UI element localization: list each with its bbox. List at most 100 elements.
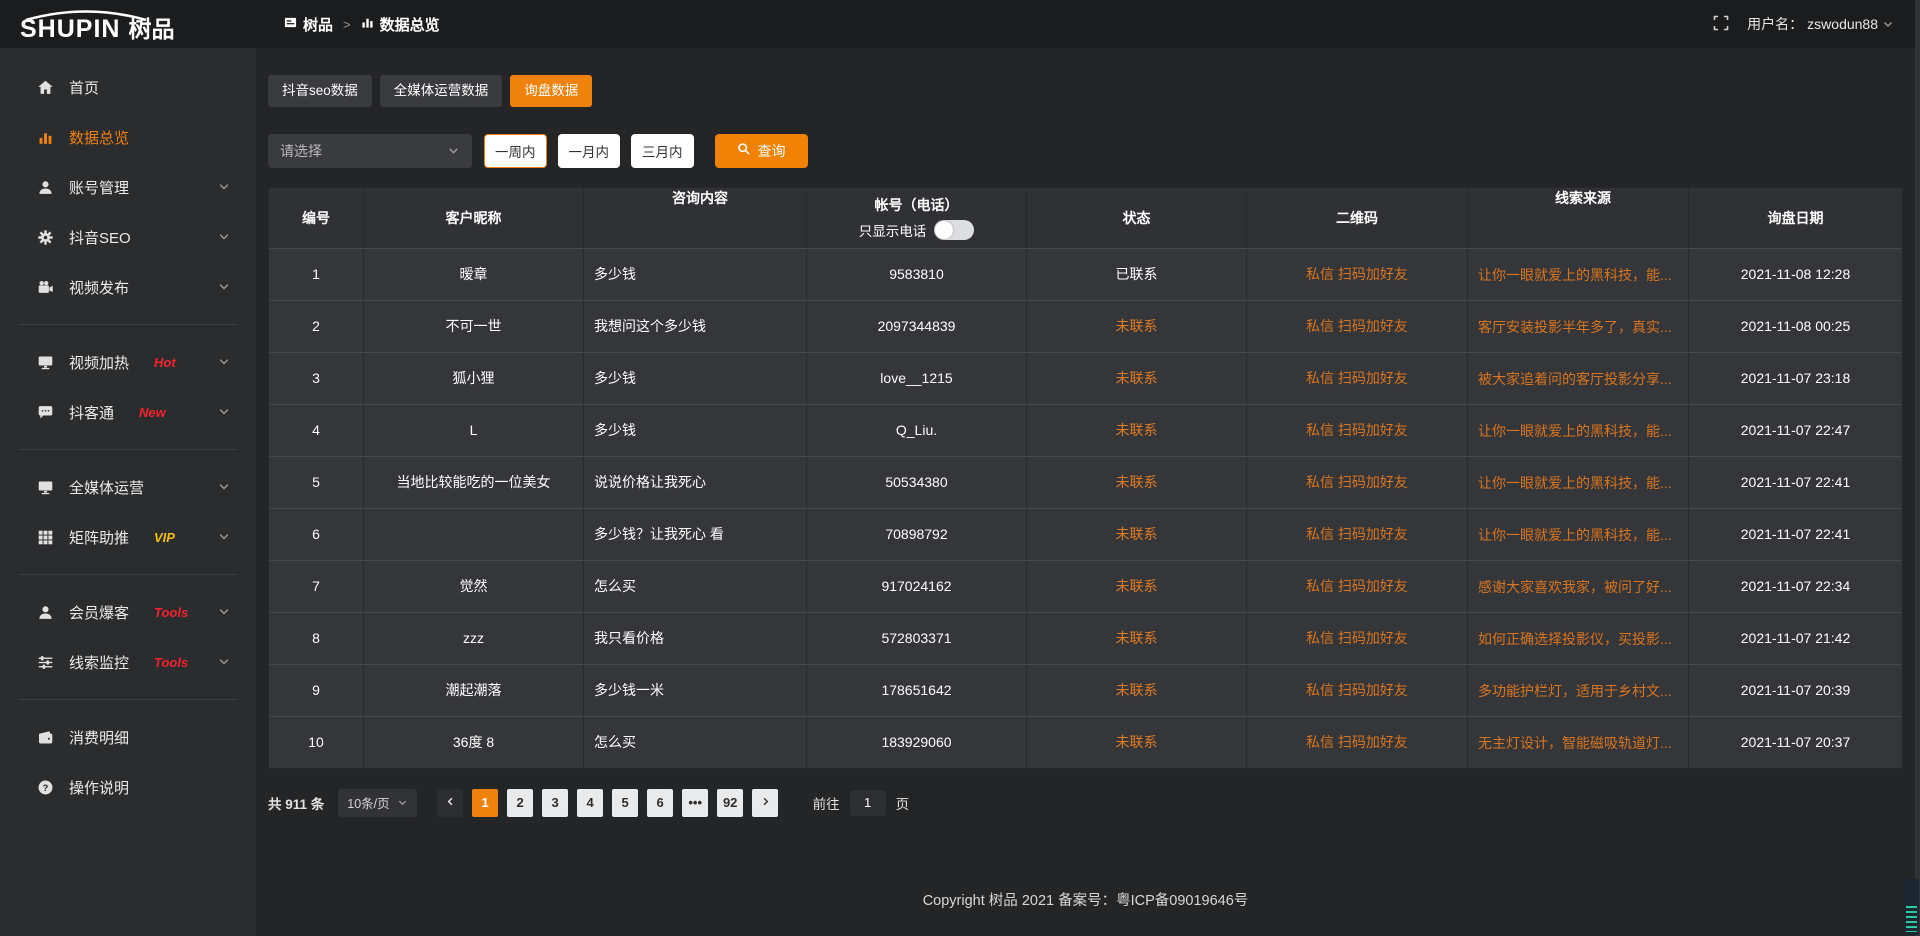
cell-no: 10 xyxy=(269,717,364,768)
cell-account: Q_Liu. xyxy=(807,405,1027,456)
tab-1[interactable]: 全媒体运营数据 xyxy=(380,75,503,107)
chevron-right-icon xyxy=(760,795,771,810)
cell-no: 2 xyxy=(269,301,364,352)
table-row: 3狐小狸多少钱love__1215未联系私信 扫码加好友被大家追着问的客厅投影分… xyxy=(269,352,1902,404)
filter-select[interactable]: 请选择 xyxy=(268,134,472,168)
sidebar-item-member-baoke[interactable]: 会员爆客Tools xyxy=(0,587,256,637)
grid-icon xyxy=(36,529,54,546)
search-button[interactable]: 查询 xyxy=(715,134,808,168)
date-range-button-2[interactable]: 三月内 xyxy=(631,134,694,168)
next-page-button[interactable] xyxy=(752,789,778,817)
col-header-content: 咨询内容 xyxy=(584,188,807,248)
cell-source-link[interactable]: 让你一眼就爱上的黑科技，能... xyxy=(1468,405,1689,456)
sidebar-item-label: 账号管理 xyxy=(69,177,129,198)
cell-source-link[interactable]: 让你一眼就爱上的黑科技，能... xyxy=(1468,249,1689,300)
chevron-down-icon xyxy=(218,281,230,293)
user-menu[interactable]: 用户名：zswodun88 xyxy=(1747,14,1894,34)
cell-status: 未联系 xyxy=(1027,717,1247,768)
sidebar-item-consume-detail[interactable]: 消费明细 xyxy=(0,712,256,762)
sidebar-item-douketong[interactable]: 抖客通New xyxy=(0,387,256,437)
date-range-button-1[interactable]: 一月内 xyxy=(558,134,621,168)
goto-page-input[interactable] xyxy=(850,790,886,816)
page-button-5[interactable]: 5 xyxy=(612,789,638,817)
svg-text:?: ? xyxy=(42,782,48,792)
sidebar-item-douyin-seo[interactable]: 抖音SEO xyxy=(0,212,256,262)
tab-0[interactable]: 抖音seo数据 xyxy=(268,75,372,107)
sidebar-item-media-operation[interactable]: 全媒体运营 xyxy=(0,462,256,512)
cell-source-link[interactable]: 让你一眼就爱上的黑科技，能... xyxy=(1468,509,1689,560)
breadcrumb-item-root[interactable]: 树品 xyxy=(284,14,333,35)
breadcrumb-label: 数据总览 xyxy=(380,14,440,35)
sidebar-item-clue-monitor[interactable]: 线索监控Tools xyxy=(0,637,256,687)
sidebar-item-operation-guide[interactable]: ?操作说明 xyxy=(0,762,256,812)
prev-page-button[interactable] xyxy=(437,789,463,817)
sidebar-item-account-manage[interactable]: 账号管理 xyxy=(0,162,256,212)
cell-source-link[interactable]: 无主灯设计，智能磁吸轨道灯... xyxy=(1468,717,1689,768)
page-button-3[interactable]: 3 xyxy=(542,789,568,817)
page-button-92[interactable]: 92 xyxy=(717,789,743,817)
sidebar-item-video-heat[interactable]: 视频加热Hot xyxy=(0,337,256,387)
fullscreen-icon[interactable] xyxy=(1713,15,1729,34)
cell-qrcode-link[interactable]: 私信 扫码加好友 xyxy=(1247,457,1468,508)
table-row: 5当地比较能吃的一位美女说说价格让我死心50534380未联系私信 扫码加好友让… xyxy=(269,456,1902,508)
sliders-icon xyxy=(36,654,54,671)
page-button-4[interactable]: 4 xyxy=(577,789,603,817)
cell-qrcode-link[interactable]: 私信 扫码加好友 xyxy=(1247,353,1468,404)
cell-qrcode-link[interactable]: 私信 扫码加好友 xyxy=(1247,665,1468,716)
sidebar-item-label: 视频发布 xyxy=(69,277,129,298)
cell-nickname: 当地比较能吃的一位美女 xyxy=(364,457,584,508)
cell-qrcode-link[interactable]: 私信 扫码加好友 xyxy=(1247,249,1468,300)
cell-nickname: 狐小狸 xyxy=(364,353,584,404)
cell-content: 多少钱？让我死心 看 xyxy=(584,509,807,560)
phone-only-toggle[interactable] xyxy=(934,220,974,240)
sidebar-divider xyxy=(18,324,238,325)
sidebar-item-data-overview[interactable]: 数据总览 xyxy=(0,112,256,162)
table-header-row: 编号 客户昵称 咨询内容 帐号（电话） 只显示电话 状态 二维码 线索来源 询盘… xyxy=(269,188,1902,248)
sidebar-item-video-publish[interactable]: 视频发布 xyxy=(0,262,256,312)
account-header-label: 帐号（电话） xyxy=(875,195,959,215)
cell-account: love__1215 xyxy=(807,353,1027,404)
cell-qrcode-link[interactable]: 私信 扫码加好友 xyxy=(1247,613,1468,664)
cell-qrcode-link[interactable]: 私信 扫码加好友 xyxy=(1247,561,1468,612)
tab-2[interactable]: 询盘数据 xyxy=(510,75,592,107)
cell-content: 说说价格让我死心 xyxy=(584,457,807,508)
page-button-2[interactable]: 2 xyxy=(507,789,533,817)
breadcrumb-label: 树品 xyxy=(303,14,333,35)
page-button-1[interactable]: 1 xyxy=(472,789,498,817)
scrollbar-track[interactable] xyxy=(1915,0,1920,936)
cell-status: 未联系 xyxy=(1027,665,1247,716)
cell-status: 未联系 xyxy=(1027,613,1247,664)
cell-content: 怎么买 xyxy=(584,561,807,612)
sidebar-item-matrix-boost[interactable]: 矩阵助推VIP xyxy=(0,512,256,562)
cell-nickname xyxy=(364,509,584,560)
cell-source-link[interactable]: 多功能护栏灯，适用于乡村文... xyxy=(1468,665,1689,716)
cell-qrcode-link[interactable]: 私信 扫码加好友 xyxy=(1247,509,1468,560)
mini-chart-stripes xyxy=(1906,906,1917,932)
cell-account: 2097344839 xyxy=(807,301,1027,352)
cell-date: 2021-11-07 22:41 xyxy=(1689,509,1902,560)
username: zswodun88 xyxy=(1807,16,1878,32)
table-row: 2不可一世我想问这个多少钱2097344839未联系私信 扫码加好友客厅安装投影… xyxy=(269,300,1902,352)
page-button-6[interactable]: 6 xyxy=(647,789,673,817)
cell-source-link[interactable]: 被大家追着问的客厅投影分享... xyxy=(1468,353,1689,404)
cell-qrcode-link[interactable]: 私信 扫码加好友 xyxy=(1247,301,1468,352)
sidebar-item-label: 抖音SEO xyxy=(69,227,131,248)
cell-source-link[interactable]: 客厅安装投影半年多了，真实... xyxy=(1468,301,1689,352)
col-header-source: 线索来源 xyxy=(1468,188,1689,248)
date-range-button-0[interactable]: 一周内 xyxy=(484,134,547,168)
cell-no: 4 xyxy=(269,405,364,456)
page-ellipsis-button[interactable]: ••• xyxy=(682,789,708,817)
breadcrumb-item-current[interactable]: 数据总览 xyxy=(361,14,440,35)
cell-qrcode-link[interactable]: 私信 扫码加好友 xyxy=(1247,405,1468,456)
breadcrumb: 树品 > 数据总览 xyxy=(284,14,440,35)
main-content: 抖音seo数据全媒体运营数据询盘数据 请选择 一周内一月内三月内 查询 编号 客… xyxy=(256,48,1920,936)
cell-source-link[interactable]: 如何正确选择投影仪，买投影... xyxy=(1468,613,1689,664)
cell-no: 8 xyxy=(269,613,364,664)
page-size-select[interactable]: 10条/页 xyxy=(338,789,416,817)
cell-source-link[interactable]: 感谢大家喜欢我家，被问了好... xyxy=(1468,561,1689,612)
cell-qrcode-link[interactable]: 私信 扫码加好友 xyxy=(1247,717,1468,768)
sidebar-item-home[interactable]: 首页 xyxy=(0,62,256,112)
col-header-nickname: 客户昵称 xyxy=(364,188,584,248)
cell-source-link[interactable]: 让你一眼就爱上的黑科技，能... xyxy=(1468,457,1689,508)
table-row: 4L多少钱Q_Liu.未联系私信 扫码加好友让你一眼就爱上的黑科技，能...20… xyxy=(269,404,1902,456)
